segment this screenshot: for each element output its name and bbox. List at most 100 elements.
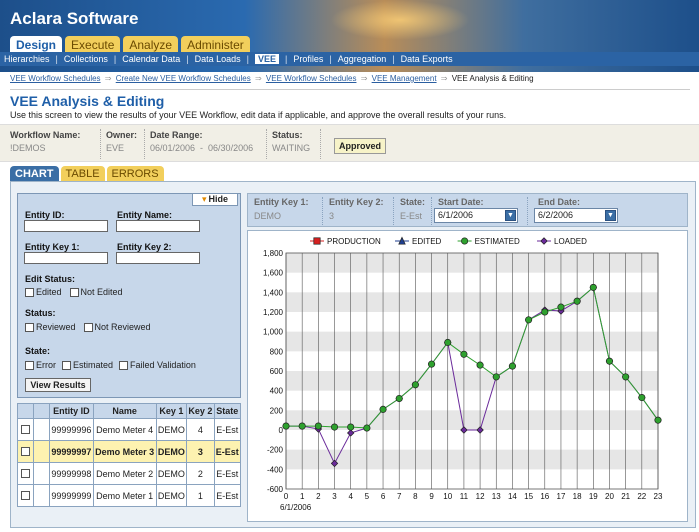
data-point-estimated <box>363 424 371 432</box>
entity-key2-input[interactable] <box>116 252 200 264</box>
y-tick-label: 1,800 <box>263 249 284 258</box>
sub-navigation: Hierarchies | Collections | Calendar Data | Da… <box>0 52 699 66</box>
cell-id: 99999997 <box>49 440 94 463</box>
nav-item-aggregation[interactable]: Aggregation <box>338 54 387 64</box>
nav-separator: | <box>392 54 395 64</box>
breadcrumb-item[interactable]: VEE Workflow Schedules <box>10 74 101 83</box>
x-tick-label: 19 <box>589 492 598 501</box>
legend-label: LOADED <box>554 237 587 246</box>
data-point-estimated <box>411 381 419 389</box>
row-checkbox-cell <box>17 440 34 463</box>
column-header-entity-id[interactable]: Entity ID <box>49 403 94 419</box>
entity-state-value: E-Est <box>400 211 423 221</box>
row-checkbox[interactable] <box>21 424 30 434</box>
entity-id-input[interactable] <box>24 220 108 232</box>
nav-item-data-exports[interactable]: Data Exports <box>401 54 453 64</box>
column-header-name[interactable]: Name <box>92 403 157 419</box>
edited-checkbox[interactable] <box>25 287 34 297</box>
nav-item-vee[interactable]: VEE <box>255 54 280 64</box>
tab-errors[interactable]: ERRORS <box>106 166 164 182</box>
divider <box>431 197 432 225</box>
grid-band <box>286 371 658 391</box>
failed-validation-label: Failed Validation <box>130 360 196 370</box>
cell-name: Demo Meter 3 <box>92 440 157 463</box>
entity-details-bar: Entity Key 1: DEMO Entity Key 2: 3 State… <box>247 193 688 227</box>
end-date-select[interactable]: 6/2/2006 ▼ <box>534 208 618 223</box>
estimated-checkbox[interactable] <box>62 360 71 370</box>
x-tick-label: 14 <box>508 492 517 501</box>
data-point-estimated <box>622 373 630 381</box>
x-tick-label: 4 <box>348 492 353 501</box>
hide-button[interactable]: ▾ Hide <box>192 193 238 206</box>
row-checkbox[interactable] <box>21 490 30 500</box>
nav-separator: | <box>55 54 58 64</box>
table-row[interactable]: 99999999 Demo Meter 1 DEMO 1 E-Est <box>17 484 242 507</box>
row-checkbox-cell <box>17 462 34 485</box>
approved-button[interactable]: Approved <box>334 138 386 154</box>
reviewed-label: Reviewed <box>36 322 76 332</box>
reviewed-checkbox[interactable] <box>25 322 34 332</box>
grid-band <box>286 331 658 352</box>
nav-item-hierarchies[interactable]: Hierarchies <box>4 54 50 64</box>
nav-separator: | <box>113 54 117 64</box>
view-results-button[interactable]: View Results <box>25 378 91 392</box>
entity-key1-input[interactable] <box>24 252 108 264</box>
table-row[interactable]: 99999997 Demo Meter 3 DEMO 3 E-Est <box>17 440 242 463</box>
app-title: Aclara Software <box>10 9 139 28</box>
tab-table[interactable]: TABLE <box>60 166 105 182</box>
date-range-value: 06/01/2006 - 06/30/2006 <box>150 143 254 153</box>
column-header-key1[interactable]: Key 1 <box>155 403 188 419</box>
table-row[interactable]: 99999998 Demo Meter 2 DEMO 2 E-Est <box>17 462 242 485</box>
data-point-estimated <box>379 405 387 413</box>
x-tick-label: 3 <box>332 492 337 501</box>
cell-state: E-Est <box>213 418 242 441</box>
legend-label: PRODUCTION <box>327 237 381 246</box>
row-spacer-cell <box>33 462 50 485</box>
grid-band <box>286 292 658 312</box>
x-tick-label: 6 <box>381 492 386 501</box>
row-checkbox[interactable] <box>21 468 30 478</box>
chevron-down-icon[interactable]: ▼ <box>505 210 516 221</box>
breadcrumb-arrow-icon: ⇒ <box>102 74 114 83</box>
nav-item-data-loads[interactable]: Data Loads <box>195 54 241 64</box>
not-reviewed-checkbox[interactable] <box>83 322 93 332</box>
y-tick-label: 1,600 <box>263 269 284 278</box>
x-tick-label: 8 <box>413 492 418 501</box>
error-checkbox[interactable] <box>25 360 34 370</box>
nav-item-profiles[interactable]: Profiles <box>293 54 323 64</box>
tab-chart[interactable]: CHART <box>10 166 59 182</box>
column-header <box>17 403 34 419</box>
view-tabs: CHART TABLE ERRORS <box>10 166 164 182</box>
nav-item-collections[interactable]: Collections <box>64 54 108 64</box>
x-tick-label: 7 <box>397 492 402 501</box>
x-tick-label: 17 <box>557 492 566 501</box>
chevron-down-icon[interactable]: ▼ <box>605 210 616 221</box>
data-point-estimated <box>330 423 339 431</box>
not-edited-checkbox[interactable] <box>69 287 79 297</box>
table-row[interactable]: 99999996 Demo Meter 4 DEMO 4 E-Est <box>17 418 242 441</box>
status-filter-label: Status: <box>25 308 56 318</box>
data-point-estimated <box>557 303 565 311</box>
column-header-key2[interactable]: Key 2 <box>186 403 215 419</box>
start-date-value: 6/1/2006 <box>438 210 474 220</box>
x-tick-label: 0 <box>284 492 289 501</box>
y-tick-label: -400 <box>267 465 284 474</box>
cell-state: E-Est <box>213 440 242 463</box>
failed-validation-checkbox[interactable] <box>119 360 129 370</box>
workflow-name-value: !DEMOS <box>10 143 46 153</box>
breadcrumb-item[interactable]: VEE Workflow Schedules <box>266 74 357 83</box>
state-filter-label: State: <box>25 346 51 356</box>
data-point-estimated <box>638 394 646 402</box>
data-point-estimated <box>573 297 581 305</box>
edited-label: Edited <box>36 287 62 297</box>
y-tick-label: 800 <box>270 347 284 356</box>
start-date-select[interactable]: 6/1/2006 ▼ <box>434 208 518 223</box>
entity-name-input[interactable] <box>116 220 200 232</box>
breadcrumb-item[interactable]: Create New VEE Workflow Schedules <box>116 74 251 83</box>
line-chart: -600 -400 -200 0 200 400 600 800 1,000 1,200 1,400… <box>263 236 663 512</box>
x-tick-label: 15 <box>524 492 533 501</box>
row-checkbox[interactable] <box>21 446 30 456</box>
column-header-state[interactable]: State <box>213 403 242 419</box>
nav-item-calendar-data[interactable]: Calendar Data <box>122 54 180 64</box>
breadcrumb-item[interactable]: VEE Management <box>372 74 437 83</box>
